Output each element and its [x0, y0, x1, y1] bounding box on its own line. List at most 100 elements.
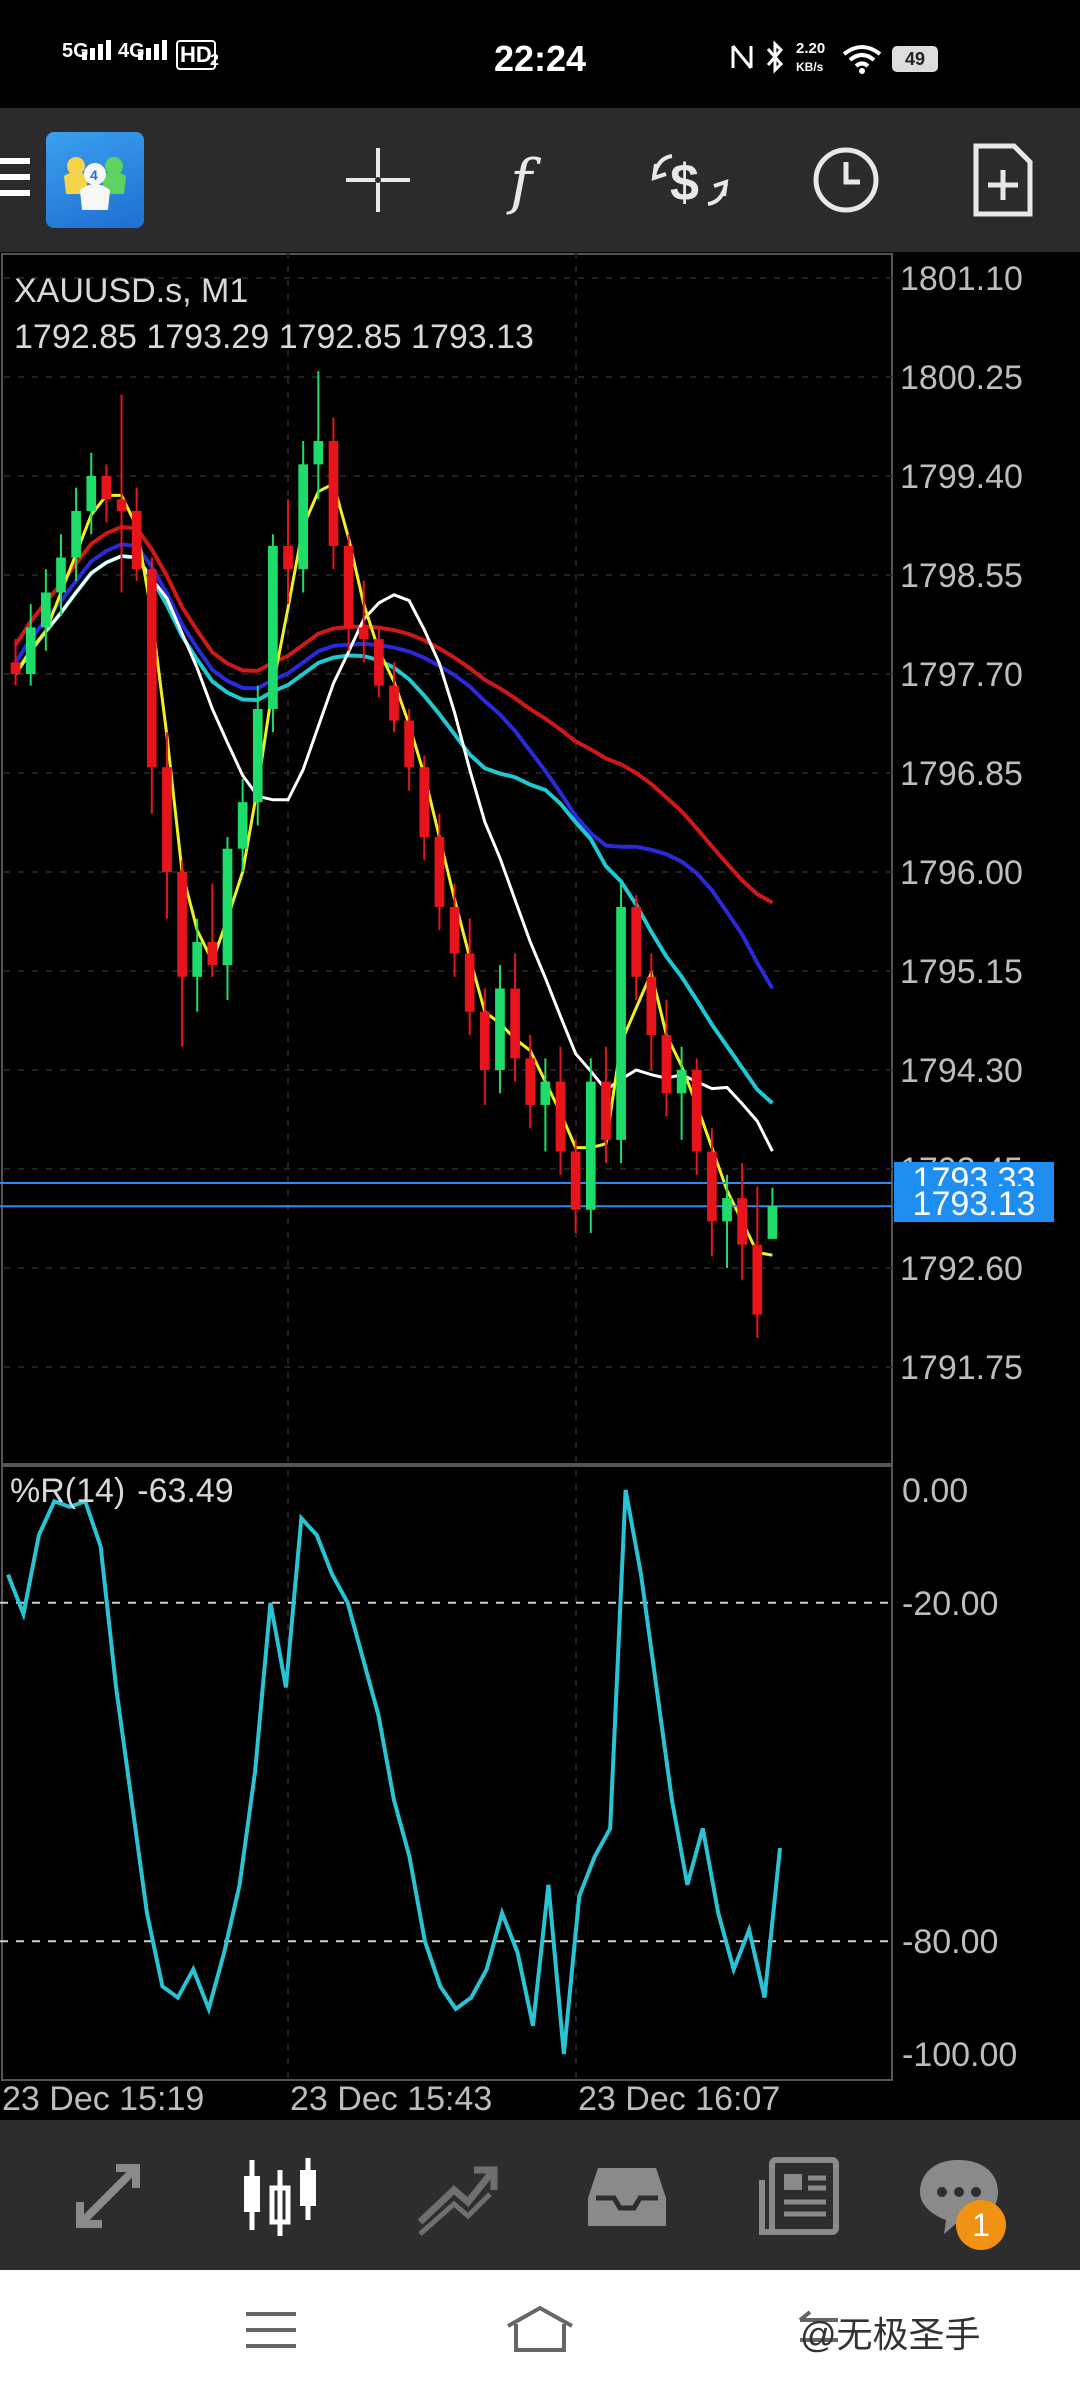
wpr-axis-label: 0.00 [902, 1472, 968, 1510]
candle-body [585, 1081, 596, 1210]
candle [570, 1139, 581, 1234]
candle [328, 417, 339, 570]
home-icon[interactable] [502, 2304, 578, 2354]
candle [752, 1186, 763, 1338]
chart-tab-icon[interactable] [236, 2150, 326, 2240]
candle [495, 965, 505, 1094]
trade-icon[interactable]: $ [648, 138, 732, 222]
price-axis-label: 1800.25 [900, 359, 1023, 397]
candle-body [177, 872, 187, 977]
wpr-axis-label: -20.00 [902, 1585, 998, 1623]
candle-body [722, 1198, 732, 1222]
history-inbox-icon[interactable] [582, 2150, 672, 2240]
candle [464, 918, 475, 1036]
candle-body [479, 1011, 490, 1070]
candle [434, 813, 445, 931]
candle [616, 883, 626, 1164]
candle [298, 441, 309, 593]
candle-body [358, 627, 369, 640]
candle [146, 557, 157, 814]
wpr-line [6, 1489, 782, 2055]
candle-body [298, 464, 309, 570]
price-axis-label: 1792.60 [900, 1250, 1023, 1288]
function-icon[interactable]: f [490, 138, 574, 222]
notification-badge: 1 [956, 2200, 1006, 2250]
net-speed-unit: KB/s [796, 60, 824, 74]
svg-text:f: f [506, 147, 542, 217]
wpr-axis-label: -100.00 [902, 2036, 1017, 2074]
candle [555, 1046, 566, 1175]
quotes-icon[interactable] [64, 2150, 154, 2240]
metatrader-logo-icon[interactable]: 4 [46, 132, 144, 228]
price-axis-label: 1795.15 [900, 953, 1023, 991]
candle-body [752, 1244, 763, 1315]
trade-tab-icon[interactable] [410, 2150, 500, 2240]
candle-body [328, 441, 339, 546]
candle-body [222, 848, 233, 966]
indicator-title: %R(14) -63.49 [10, 1472, 234, 1511]
candle-body [71, 510, 81, 558]
candle-body [616, 906, 626, 1140]
candle [585, 1058, 596, 1234]
candle-body [495, 988, 505, 1070]
candle-body [737, 1198, 748, 1245]
candle-body [131, 510, 142, 570]
candle-body [237, 802, 248, 849]
candle-body [10, 662, 21, 674]
candle [131, 487, 142, 581]
toolbar: 4 f $ [0, 108, 1080, 252]
price-axis-label: 1797.70 [900, 656, 1023, 694]
candle-body [767, 1206, 778, 1239]
candle-body [419, 767, 430, 838]
candle [101, 464, 112, 523]
news-icon[interactable] [754, 2150, 844, 2240]
chart-area[interactable]: 1801.10 1800.25 1799.40 1798.55 1797.70 1796.… [0, 252, 1080, 2120]
candle-body [404, 720, 414, 768]
candle-body [570, 1151, 581, 1210]
new-document-icon[interactable] [960, 138, 1044, 222]
time-axis-label: 23 Dec 15:43 [290, 2080, 492, 2118]
chart-symbol-title: XAUUSD.s, M1 [14, 272, 249, 310]
indicator-plot-frame [1, 1465, 893, 2081]
candle-body [464, 953, 475, 1012]
chart-ohlc-values: 1792.85 1793.29 1792.85 1793.13 [14, 318, 534, 356]
candle [691, 1058, 702, 1175]
svg-text:4: 4 [90, 167, 98, 183]
candle [343, 534, 354, 651]
candle-body [162, 767, 172, 872]
candle-body [101, 476, 112, 500]
clock-icon[interactable] [804, 138, 888, 222]
crosshair-icon[interactable] [336, 138, 420, 222]
candle [767, 1187, 778, 1239]
ma-blue-line [13, 542, 775, 990]
candle [737, 1163, 748, 1280]
recents-icon[interactable] [244, 2310, 298, 2350]
candle [192, 918, 203, 1012]
candle [707, 1128, 717, 1257]
candle [479, 988, 490, 1105]
candle-body [116, 499, 127, 511]
system-navigation-bar: @无极圣手 [0, 2270, 1080, 2400]
price-axis-label: 1798.55 [900, 557, 1023, 595]
candle-body [631, 906, 642, 977]
candle-body [661, 1035, 672, 1094]
candle-body [374, 639, 384, 686]
candle-body [40, 592, 51, 628]
candle [116, 394, 127, 593]
candle-body [691, 1070, 702, 1152]
bottom-navigation: 1 [0, 2120, 1080, 2270]
candle-body [540, 1081, 551, 1105]
candle [510, 953, 520, 1082]
price-axis-label: 1796.00 [900, 854, 1023, 892]
candle-body [207, 941, 218, 966]
candle [646, 953, 657, 1070]
candle [177, 860, 187, 1047]
candle-body [555, 1081, 566, 1152]
candle-body [283, 545, 293, 570]
indicator-value: -63.49 [137, 1472, 234, 1510]
wifi-icon [842, 45, 882, 74]
candle-body [389, 685, 399, 721]
bid-price-tag: 1793.13 [894, 1186, 1054, 1222]
menu-icon[interactable] [0, 158, 30, 204]
watermark: @无极圣手 [800, 2314, 981, 2355]
